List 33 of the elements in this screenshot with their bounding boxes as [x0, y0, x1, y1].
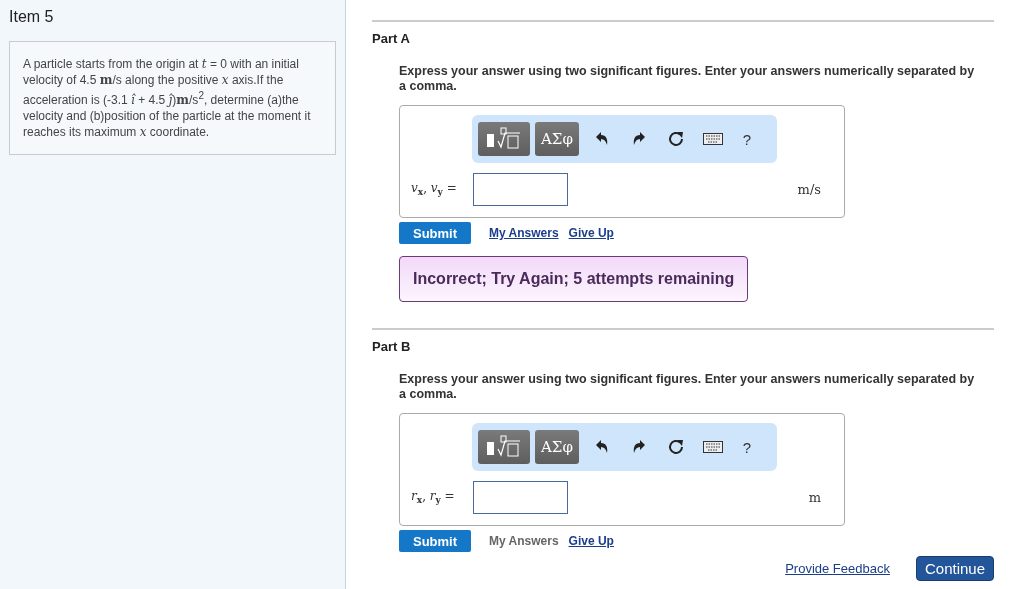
- give-up-link[interactable]: Give Up: [568, 534, 614, 548]
- part-title: Part A: [372, 31, 411, 46]
- undo-icon[interactable]: [595, 440, 610, 454]
- template-button[interactable]: [478, 122, 530, 156]
- undo-icon[interactable]: [595, 132, 610, 146]
- answer-label: v$_{x}$, v$_{y}$ =: [411, 181, 458, 198]
- keyboard-icon[interactable]: [703, 133, 724, 145]
- template-button[interactable]: [478, 430, 530, 464]
- part-title: Part B: [372, 339, 412, 354]
- redo-icon[interactable]: [632, 132, 647, 146]
- answer-label: r$_{x}$, r$_{y}$ =: [411, 489, 456, 506]
- unit-text: m: [808, 490, 821, 505]
- submit-button[interactable]: Submit: [399, 530, 471, 552]
- instructions-text: Express your answer using two significant figures. Enter your answers numerically separated by a comma.: [399, 372, 976, 402]
- redo-icon[interactable]: [632, 440, 647, 454]
- symbols-button[interactable]: ΑΣφ: [535, 430, 579, 464]
- answer-field[interactable]: [473, 173, 568, 206]
- answer-field[interactable]: [473, 481, 568, 514]
- instructions-text: Express your answer using two significant figures. Enter your answers numerically separated by a comma.: [399, 64, 976, 94]
- keyboard-icon[interactable]: [703, 441, 724, 453]
- reset-icon[interactable]: [668, 439, 685, 455]
- help-button[interactable]: ?: [731, 130, 762, 148]
- unit-text: m/s: [797, 182, 821, 197]
- item-title: Item 5: [9, 8, 55, 26]
- give-up-link[interactable]: Give Up: [568, 226, 614, 240]
- reset-icon[interactable]: [668, 131, 685, 147]
- my-answers-link[interactable]: My Answers: [489, 226, 559, 240]
- help-button[interactable]: ?: [731, 438, 762, 456]
- submit-button[interactable]: Submit: [399, 222, 471, 244]
- feedback-link[interactable]: Provide Feedback: [785, 561, 890, 576]
- feedback-message: Incorrect; Try Again; 5 attempts remaining: [399, 256, 749, 302]
- symbols-button[interactable]: ΑΣφ: [535, 122, 579, 156]
- continue-button[interactable]: Continue: [915, 556, 994, 581]
